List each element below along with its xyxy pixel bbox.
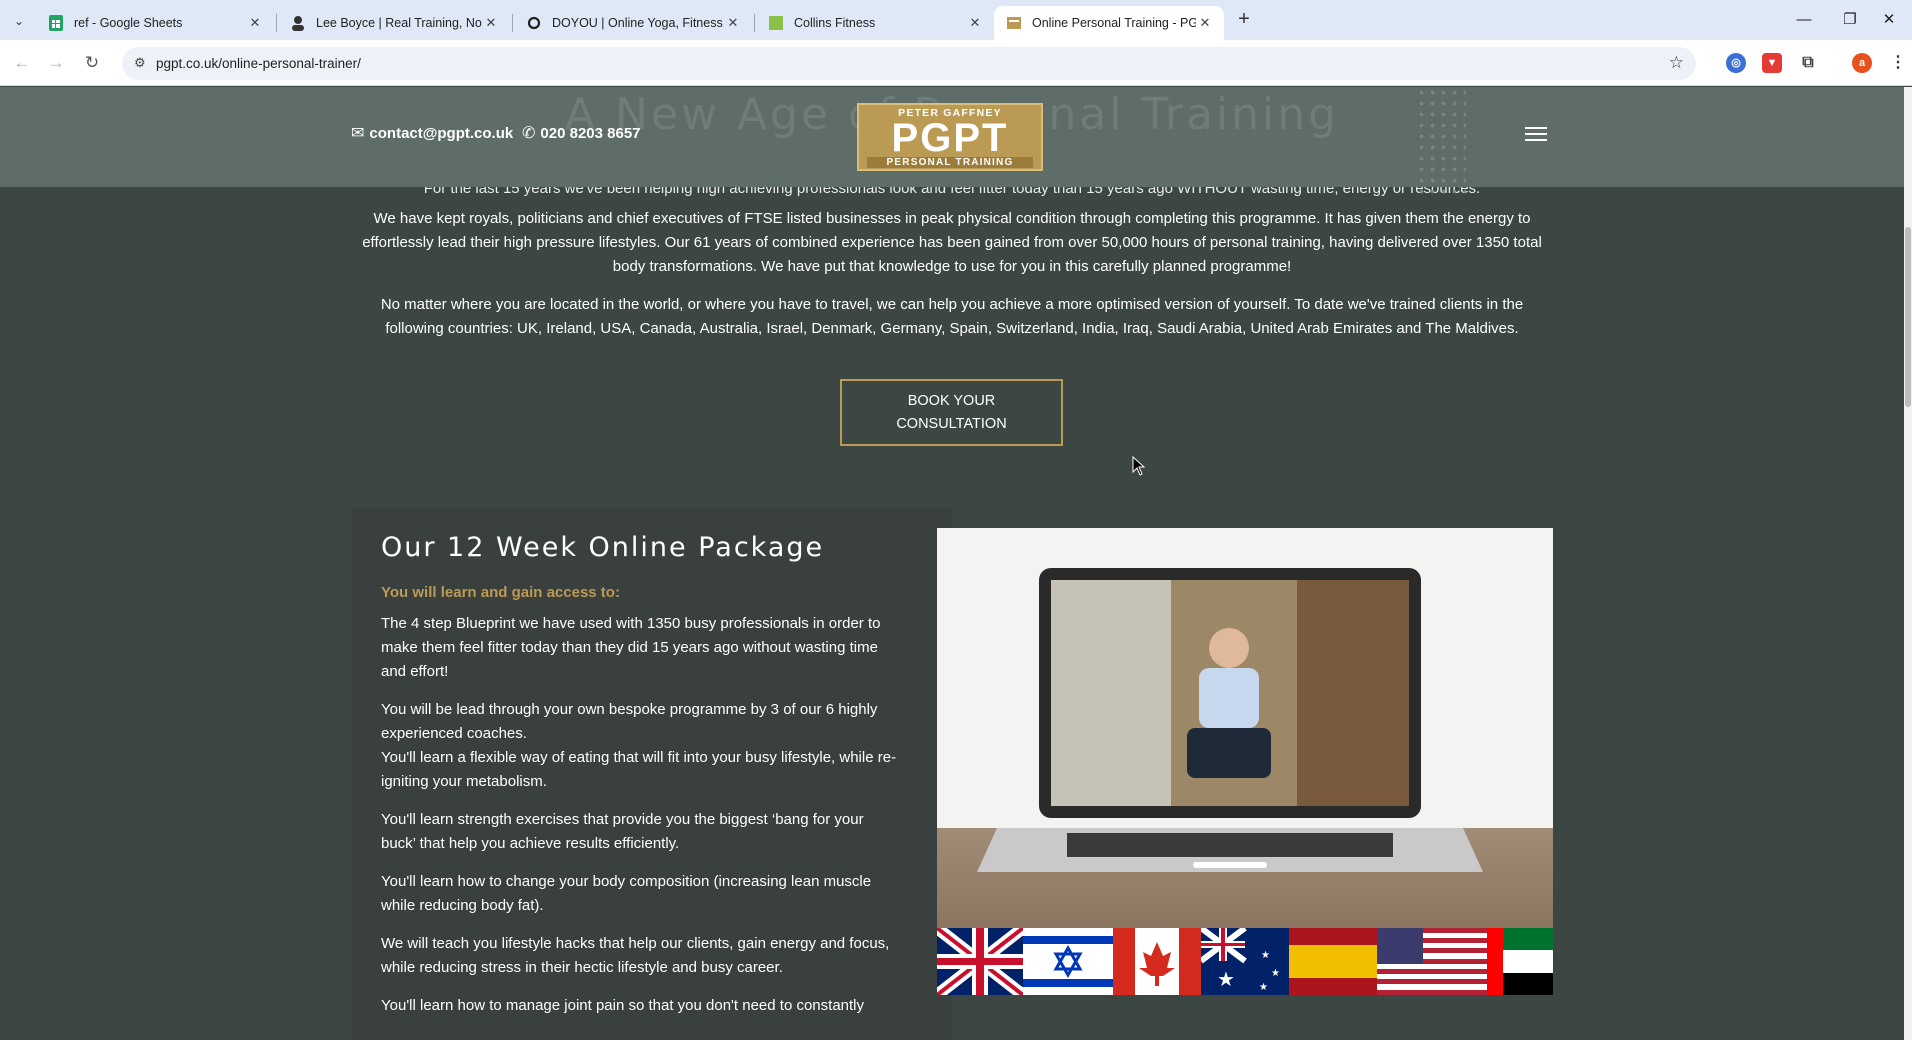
tab-pgpt-active[interactable]: Online Personal Training - PGPT ✕ xyxy=(994,6,1224,40)
list-item: You'll learn strength exercises that pro… xyxy=(381,811,864,852)
uae-flag-icon xyxy=(1487,928,1553,995)
close-tab-icon[interactable]: ✕ xyxy=(246,15,264,31)
decorative-dots xyxy=(1416,87,1466,197)
usa-flag-icon xyxy=(1377,928,1487,995)
list-item: You'll learn how to manage joint pain so… xyxy=(381,997,865,1014)
list-item: You'll learn a flexible way of eating th… xyxy=(381,749,897,790)
package-title: Our 12 Week Online Package xyxy=(381,532,825,563)
tab-collins-fitness[interactable]: Collins Fitness ✕ xyxy=(756,6,994,40)
browser-menu-icon[interactable]: ⋮ xyxy=(1888,53,1908,73)
minimize-icon[interactable]: — xyxy=(1781,8,1827,32)
canada-flag-icon xyxy=(1113,928,1201,995)
web-page: For the last 15 years we've been helping… xyxy=(0,87,1904,1040)
forward-icon[interactable]: → xyxy=(42,49,70,77)
close-window-icon[interactable]: ✕ xyxy=(1866,8,1912,32)
intro-paragraph-2: No matter where you are located in the w… xyxy=(380,296,1524,337)
browser-tab-strip: ⌄ ref - Google Sheets ✕ Lee Boyce | Real… xyxy=(0,0,1912,40)
tab-google-sheets[interactable]: ref - Google Sheets ✕ xyxy=(36,6,274,40)
svg-text:★: ★ xyxy=(1271,968,1280,979)
package-benefits-list: The 4 step Blueprint we have used with 1… xyxy=(381,612,901,1032)
back-icon[interactable]: ← xyxy=(8,49,36,77)
laptop-trainer-image: ★ ★ ★ ★ xyxy=(937,528,1553,995)
laptop-icon xyxy=(977,568,1483,872)
close-tab-icon[interactable]: ✕ xyxy=(966,15,984,31)
reload-icon[interactable]: ↻ xyxy=(78,49,106,77)
intro-paragraph-1: We have kept royals, politicians and chi… xyxy=(362,210,1542,275)
phone-icon: ✆ xyxy=(522,125,536,142)
extension-shield-icon[interactable]: ▼ xyxy=(1762,53,1782,73)
green-square-icon xyxy=(768,15,784,31)
hamburger-menu-icon[interactable] xyxy=(1525,127,1547,143)
site-info-icon[interactable]: ⚙ xyxy=(134,55,146,71)
page-scrollbar[interactable] xyxy=(1904,87,1912,1040)
google-sheets-icon xyxy=(48,15,64,31)
scrollbar-thumb[interactable] xyxy=(1905,227,1911,407)
intro-section: For the last 15 years we've been helping… xyxy=(356,180,1548,355)
person-icon xyxy=(290,15,306,31)
pgpt-favicon xyxy=(1006,15,1022,31)
svg-text:★: ★ xyxy=(1217,967,1235,991)
tab-lee-boyce[interactable]: Lee Boyce | Real Training, No N ✕ xyxy=(278,6,510,40)
extension-globe-icon[interactable]: ◎ xyxy=(1726,53,1746,73)
envelope-icon: ✉ xyxy=(351,125,365,142)
extensions-puzzle-icon[interactable]: ⧉ xyxy=(1798,53,1818,73)
book-consultation-button[interactable]: BOOK YOUR CONSULTATION xyxy=(840,379,1063,446)
country-flags-strip: ★ ★ ★ ★ xyxy=(937,928,1553,995)
url-text[interactable]: pgpt.co.uk/online-personal-trainer/ xyxy=(156,56,361,71)
list-item: You will be lead through your own bespok… xyxy=(381,701,878,742)
close-tab-icon[interactable]: ✕ xyxy=(1196,15,1214,31)
list-item: The 4 step Blueprint we have used with 1… xyxy=(381,615,881,680)
site-header: A New Age of Personal Training ✉ contact… xyxy=(0,87,1904,197)
circle-o-icon xyxy=(526,15,542,31)
package-card: Our 12 Week Online Package You will lear… xyxy=(352,508,952,1040)
svg-text:★: ★ xyxy=(1261,950,1270,961)
phone-link[interactable]: ✆ 020 8203 8657 xyxy=(522,123,641,143)
bookmark-star-icon[interactable]: ☆ xyxy=(1669,53,1684,73)
mouse-cursor-icon xyxy=(1132,456,1146,476)
spain-flag-icon xyxy=(1289,928,1377,995)
close-tab-icon[interactable]: ✕ xyxy=(724,15,742,31)
address-toolbar: ← → ↻ ⚙ pgpt.co.uk/online-personal-train… xyxy=(0,40,1912,86)
package-subtitle: You will learn and gain access to: xyxy=(381,584,620,601)
uk-flag-icon xyxy=(937,928,1023,995)
svg-text:★: ★ xyxy=(1259,982,1268,993)
close-tab-icon[interactable]: ✕ xyxy=(482,15,500,31)
tab-doyou[interactable]: DOYOU | Online Yoga, Fitness, & ✕ xyxy=(514,6,752,40)
pgpt-logo[interactable]: PETER GAFFNEY PGPT PERSONAL TRAINING xyxy=(857,103,1043,171)
email-link[interactable]: ✉ contact@pgpt.co.uk xyxy=(351,123,513,143)
profile-avatar[interactable]: a xyxy=(1852,53,1872,73)
list-item: You'll learn how to change your body com… xyxy=(381,873,872,914)
tab-search-button[interactable]: ⌄ xyxy=(8,10,30,32)
list-item: We will teach you lifestyle hacks that h… xyxy=(381,935,890,976)
israel-flag-icon xyxy=(1023,928,1113,995)
address-bar[interactable]: ⚙ pgpt.co.uk/online-personal-trainer/ ☆ xyxy=(122,47,1696,80)
new-tab-icon[interactable]: + xyxy=(1232,9,1256,31)
australia-flag-icon: ★ ★ ★ ★ xyxy=(1201,928,1289,995)
